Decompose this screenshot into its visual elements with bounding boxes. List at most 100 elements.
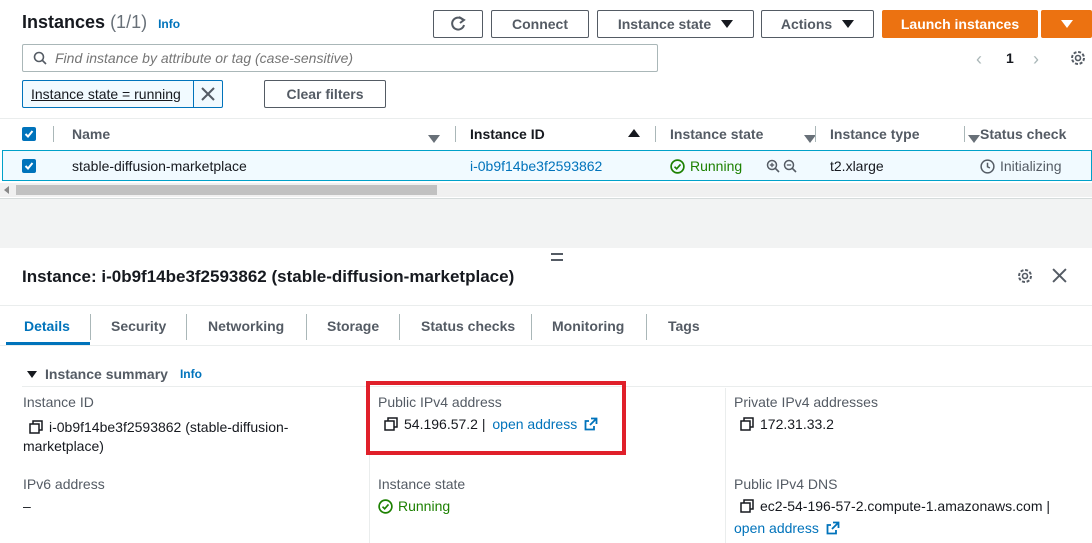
- search-input[interactable]: [55, 50, 645, 66]
- column-divider: [655, 126, 656, 142]
- public-dns-value: ec2-54-196-57-2.compute-1.amazonaws.com …: [740, 498, 1050, 514]
- tab-monitoring[interactable]: Monitoring: [552, 318, 624, 334]
- resize-handle-icon[interactable]: [551, 253, 563, 261]
- public-dns-label: Public IPv4 DNS: [734, 476, 838, 492]
- close-icon[interactable]: [201, 87, 215, 101]
- caret-down-icon: [721, 20, 734, 28]
- instance-id-value: i-0b9f14be3f2593862 (stable-diffusion-: [29, 416, 288, 438]
- row-checkbox[interactable]: [22, 159, 36, 173]
- instance-id-value-line2: marketplace): [23, 438, 104, 454]
- split-pane-gap: [0, 198, 1092, 248]
- page-number[interactable]: 1: [1006, 50, 1014, 66]
- page-title: Instances (1/1) Info: [22, 12, 180, 33]
- scrollbar-thumb[interactable]: [16, 185, 437, 195]
- sort-icon[interactable]: [967, 135, 980, 143]
- sort-icon[interactable]: [428, 135, 440, 143]
- dns-open-address: open address: [734, 520, 840, 536]
- zoom-out-icon[interactable]: [783, 159, 797, 173]
- tab-status-checks[interactable]: Status checks: [421, 318, 515, 334]
- copy-icon[interactable]: [740, 499, 754, 513]
- clear-filters-button[interactable]: Clear filters: [264, 80, 386, 108]
- tab-divider: [90, 314, 91, 340]
- instance-state-text: Running: [398, 498, 451, 514]
- column-divider: [964, 126, 965, 142]
- summary-title: Instance summary: [45, 366, 168, 382]
- column-divider: [725, 388, 726, 543]
- row-status-label: Initializing: [1000, 158, 1062, 174]
- next-page-icon[interactable]: ›: [1033, 49, 1039, 70]
- column-divider: [455, 126, 456, 142]
- clear-filters-label: Clear filters: [286, 86, 364, 102]
- gear-icon[interactable]: [1069, 49, 1087, 67]
- row-instance-type: t2.xlarge: [830, 158, 884, 174]
- instance-state-dropdown[interactable]: Instance state: [597, 10, 754, 38]
- private-ipv4-value: 172.31.33.2: [740, 416, 834, 432]
- tab-tags[interactable]: Tags: [668, 318, 700, 334]
- page-title-text: Instances: [22, 12, 106, 32]
- column-divider: [815, 126, 816, 142]
- tab-security[interactable]: Security: [111, 318, 166, 334]
- check-circle-icon: [670, 158, 685, 174]
- copy-icon[interactable]: [29, 420, 43, 434]
- table-top-border: [0, 118, 1092, 119]
- column-header-name[interactable]: Name: [72, 126, 110, 142]
- column-header-instance-type[interactable]: Instance type: [830, 126, 919, 142]
- filter-chip[interactable]: Instance state = running: [22, 80, 223, 108]
- scroll-left-arrow[interactable]: [4, 186, 9, 194]
- row-state-label: Running: [690, 158, 743, 174]
- row-status-check: Initializing: [980, 158, 1061, 174]
- caret-down-icon: [27, 370, 37, 378]
- gear-icon[interactable]: [1016, 267, 1034, 285]
- column-header-status-check[interactable]: Status check: [980, 126, 1066, 142]
- column-divider: [53, 126, 54, 142]
- details-title: Instance: i-0b9f14be3f2593862 (stable-di…: [22, 267, 515, 286]
- open-address-link[interactable]: open address: [734, 520, 819, 536]
- search-icon: [33, 51, 47, 65]
- refresh-button[interactable]: [433, 10, 483, 38]
- info-link[interactable]: Info: [180, 367, 202, 381]
- actions-label: Actions: [780, 16, 833, 32]
- tab-storage[interactable]: Storage: [327, 318, 379, 334]
- launch-label: Launch instances: [900, 16, 1020, 32]
- private-ipv4-label: Private IPv4 addresses: [734, 394, 878, 410]
- public-dns-text: ec2-54-196-57-2.compute-1.amazonaws.com …: [760, 498, 1051, 514]
- instance-state-value: Running: [378, 498, 450, 514]
- info-link[interactable]: Info: [158, 17, 180, 31]
- column-header-instance-id[interactable]: Instance ID: [470, 126, 545, 142]
- select-all-checkbox[interactable]: [22, 127, 36, 141]
- tab-divider: [306, 314, 307, 340]
- caret-down-icon: [1060, 20, 1073, 28]
- tabs-bottom-border: [0, 345, 1092, 346]
- connect-label: Connect: [512, 16, 568, 32]
- row-state: Running: [670, 158, 742, 174]
- instance-id-text-1: i-0b9f14be3f2593862 (stable-diffusion-: [49, 419, 289, 435]
- row-name: stable-diffusion-marketplace: [72, 158, 247, 174]
- external-link-icon[interactable]: [826, 521, 840, 535]
- instance-state-label: Instance state: [617, 16, 712, 32]
- copy-icon[interactable]: [740, 417, 754, 431]
- row-instance-id-link[interactable]: i-0b9f14be3f2593862: [470, 158, 602, 174]
- tab-divider: [186, 314, 187, 340]
- tab-networking[interactable]: Networking: [208, 318, 284, 334]
- highlight-box: [366, 381, 626, 455]
- close-icon[interactable]: [1052, 268, 1067, 283]
- refresh-icon: [451, 16, 466, 31]
- connect-button[interactable]: Connect: [491, 10, 589, 38]
- chip-divider: [193, 81, 194, 107]
- summary-toggle[interactable]: Instance summary Info: [27, 366, 202, 382]
- horizontal-scrollbar[interactable]: [0, 183, 1092, 197]
- actions-dropdown[interactable]: Actions: [761, 10, 874, 38]
- check-icon: [24, 130, 34, 138]
- tab-details[interactable]: Details: [24, 318, 70, 334]
- column-header-instance-state[interactable]: Instance state: [670, 126, 763, 142]
- launch-dropdown-button[interactable]: [1041, 10, 1092, 38]
- instance-id-label: Instance ID: [23, 394, 94, 410]
- details-header-divider: [0, 305, 1092, 306]
- search-box[interactable]: [22, 44, 658, 72]
- zoom-in-icon[interactable]: [766, 159, 780, 173]
- launch-instances-button[interactable]: Launch instances: [882, 10, 1038, 38]
- instance-count: (1/1): [110, 12, 148, 32]
- sort-ascending-icon[interactable]: [628, 129, 640, 137]
- prev-page-icon[interactable]: ‹: [976, 49, 982, 70]
- instance-state-label: Instance state: [378, 476, 466, 492]
